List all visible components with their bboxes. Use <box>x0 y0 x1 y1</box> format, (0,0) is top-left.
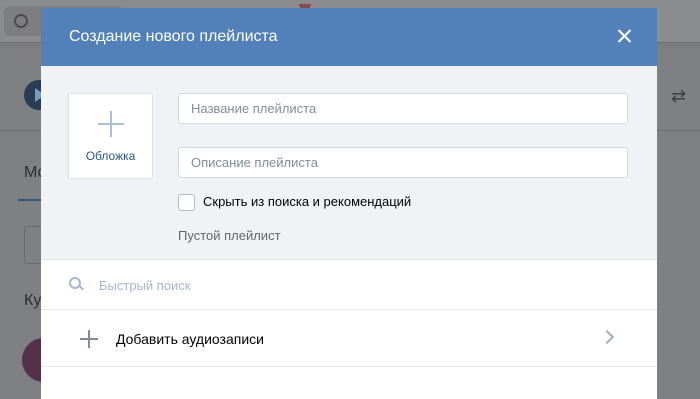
modal-title: Создание нового плейлиста <box>69 28 278 45</box>
cover-label: Обложка <box>85 149 136 163</box>
checkbox-box[interactable] <box>178 194 195 211</box>
checkbox-label: Скрыть из поиска и рекомендаций <box>203 194 412 209</box>
playlist-form: Обложка Скрыть из поиска и рекомендаций … <box>41 66 657 260</box>
create-playlist-modal: Создание нового плейлиста Обложка Скрыть… <box>41 8 657 399</box>
add-audio-label: Добавить аудиозаписи <box>116 331 264 347</box>
background-heading: Ку <box>24 292 42 309</box>
playlist-description-input[interactable] <box>178 147 628 178</box>
plus-icon <box>98 111 124 137</box>
add-audio-button[interactable]: Добавить аудиозаписи <box>41 310 657 367</box>
cover-upload-button[interactable]: Обложка <box>68 93 153 179</box>
chevron-right-icon <box>599 329 615 345</box>
empty-playlist-text: Пустой плейлист <box>178 228 281 243</box>
quick-search-bar <box>41 260 657 310</box>
close-icon[interactable] <box>612 24 636 48</box>
quick-search-input[interactable] <box>93 272 635 298</box>
plus-icon <box>80 330 98 348</box>
playlist-name-input[interactable] <box>178 93 628 124</box>
search-icon <box>69 277 84 291</box>
shuffle-icon: ⇄ <box>671 86 687 106</box>
search-icon <box>14 14 28 28</box>
modal-header: Создание нового плейлиста <box>41 8 657 66</box>
